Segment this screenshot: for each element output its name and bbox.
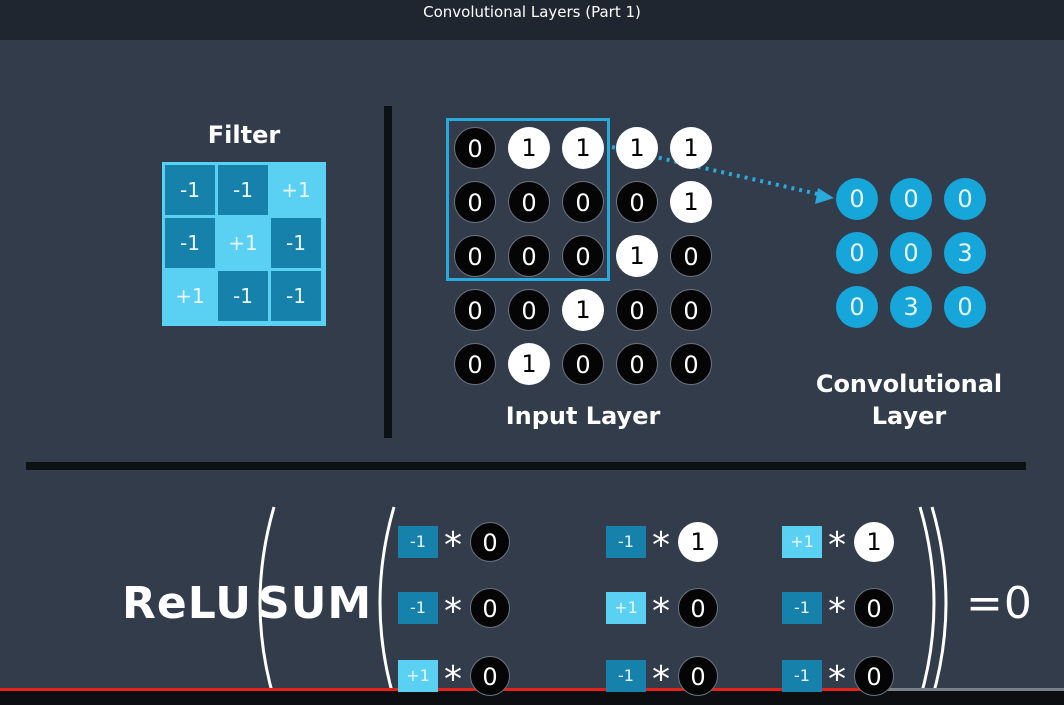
video-title-bar: Convolutional Layers (Part 1) (0, 0, 1064, 40)
filter-cell: -1 (165, 218, 215, 268)
conv-cell: 3 (890, 286, 932, 328)
multiply-sign: * (652, 659, 670, 700)
input-cell: 0 (616, 289, 658, 331)
term-input: 0 (678, 656, 718, 696)
filter-cell: -1 (271, 271, 321, 321)
input-cell: 0 (670, 235, 712, 277)
term-input: 0 (678, 588, 718, 628)
input-cell: 1 (670, 181, 712, 223)
multiply-sign: * (444, 525, 462, 566)
term-weight: -1 (782, 660, 822, 692)
filter-grid: -1 -1 +1 -1 +1 -1 +1 -1 -1 (162, 162, 326, 326)
input-cell: 0 (616, 181, 658, 223)
filter-cell: -1 (165, 165, 215, 215)
video-title: Convolutional Layers (Part 1) (423, 3, 641, 21)
input-cell: 0 (508, 181, 550, 223)
input-cell: 0 (616, 343, 658, 385)
filter-label: Filter (207, 121, 281, 149)
input-cell: 1 (670, 127, 712, 169)
input-cell: 0 (508, 289, 550, 331)
filter-cell: +1 (165, 271, 215, 321)
term-input: 0 (854, 588, 894, 628)
conv-cell: 0 (944, 286, 986, 328)
input-cell: 0 (670, 289, 712, 331)
term-input: 0 (470, 522, 510, 562)
term-weight: -1 (398, 592, 438, 624)
term-weight: -1 (782, 592, 822, 624)
input-cell: 0 (562, 181, 604, 223)
relu-text: ReLU (122, 578, 252, 629)
horizontal-divider (26, 462, 1026, 470)
term-input: 1 (678, 522, 718, 562)
input-layer-label: Input Layer (505, 402, 661, 430)
input-cell: 0 (562, 343, 604, 385)
input-cell: 1 (508, 127, 550, 169)
input-cell: 1 (562, 289, 604, 331)
vertical-divider (384, 106, 392, 438)
term-weight: -1 (398, 526, 438, 558)
multiply-sign: * (652, 591, 670, 632)
equation-result: =0 (966, 578, 1033, 629)
input-cell: 0 (454, 127, 496, 169)
input-cell: 0 (454, 181, 496, 223)
filter-cell: +1 (271, 165, 321, 215)
filter-cell: +1 (218, 218, 268, 268)
video-controls-bar (0, 691, 1064, 705)
input-cell: 1 (508, 343, 550, 385)
input-cell: 0 (454, 289, 496, 331)
conv-cell: 0 (944, 178, 986, 220)
term-input: 1 (854, 522, 894, 562)
term-weight: +1 (782, 526, 822, 558)
multiply-sign: * (828, 525, 846, 566)
multiply-sign: * (828, 591, 846, 632)
conv-cell: 0 (890, 178, 932, 220)
conv-cell: 0 (890, 232, 932, 274)
input-cell: 1 (616, 127, 658, 169)
term-weight: +1 (606, 592, 646, 624)
input-cell: 1 (616, 235, 658, 277)
input-cell: 0 (508, 235, 550, 277)
input-cell: 0 (454, 235, 496, 277)
term-weight: -1 (606, 660, 646, 692)
conv-cell: 3 (944, 232, 986, 274)
sum-text: SUM (258, 578, 373, 629)
filter-cell: -1 (218, 165, 268, 215)
term-input: 0 (470, 656, 510, 696)
input-cell: 1 (562, 127, 604, 169)
term-input: 0 (854, 656, 894, 696)
term-input: 0 (470, 588, 510, 628)
filter-cell: -1 (271, 218, 321, 268)
conv-cell: 0 (836, 232, 878, 274)
conv-layer-label-line2: Layer (871, 402, 947, 430)
multiply-sign: * (444, 591, 462, 632)
multiply-sign: * (444, 659, 462, 700)
conv-layer-label-line1: Convolutional (815, 370, 1003, 398)
multiply-sign: * (828, 659, 846, 700)
relu-paren-close (930, 506, 948, 700)
input-cell: 0 (562, 235, 604, 277)
input-cell: 0 (454, 343, 496, 385)
multiply-sign: * (652, 525, 670, 566)
input-cell: 0 (670, 343, 712, 385)
term-weight: -1 (606, 526, 646, 558)
conv-cell: 0 (836, 178, 878, 220)
filter-cell: -1 (218, 271, 268, 321)
conv-cell: 0 (836, 286, 878, 328)
term-weight: +1 (398, 660, 438, 692)
